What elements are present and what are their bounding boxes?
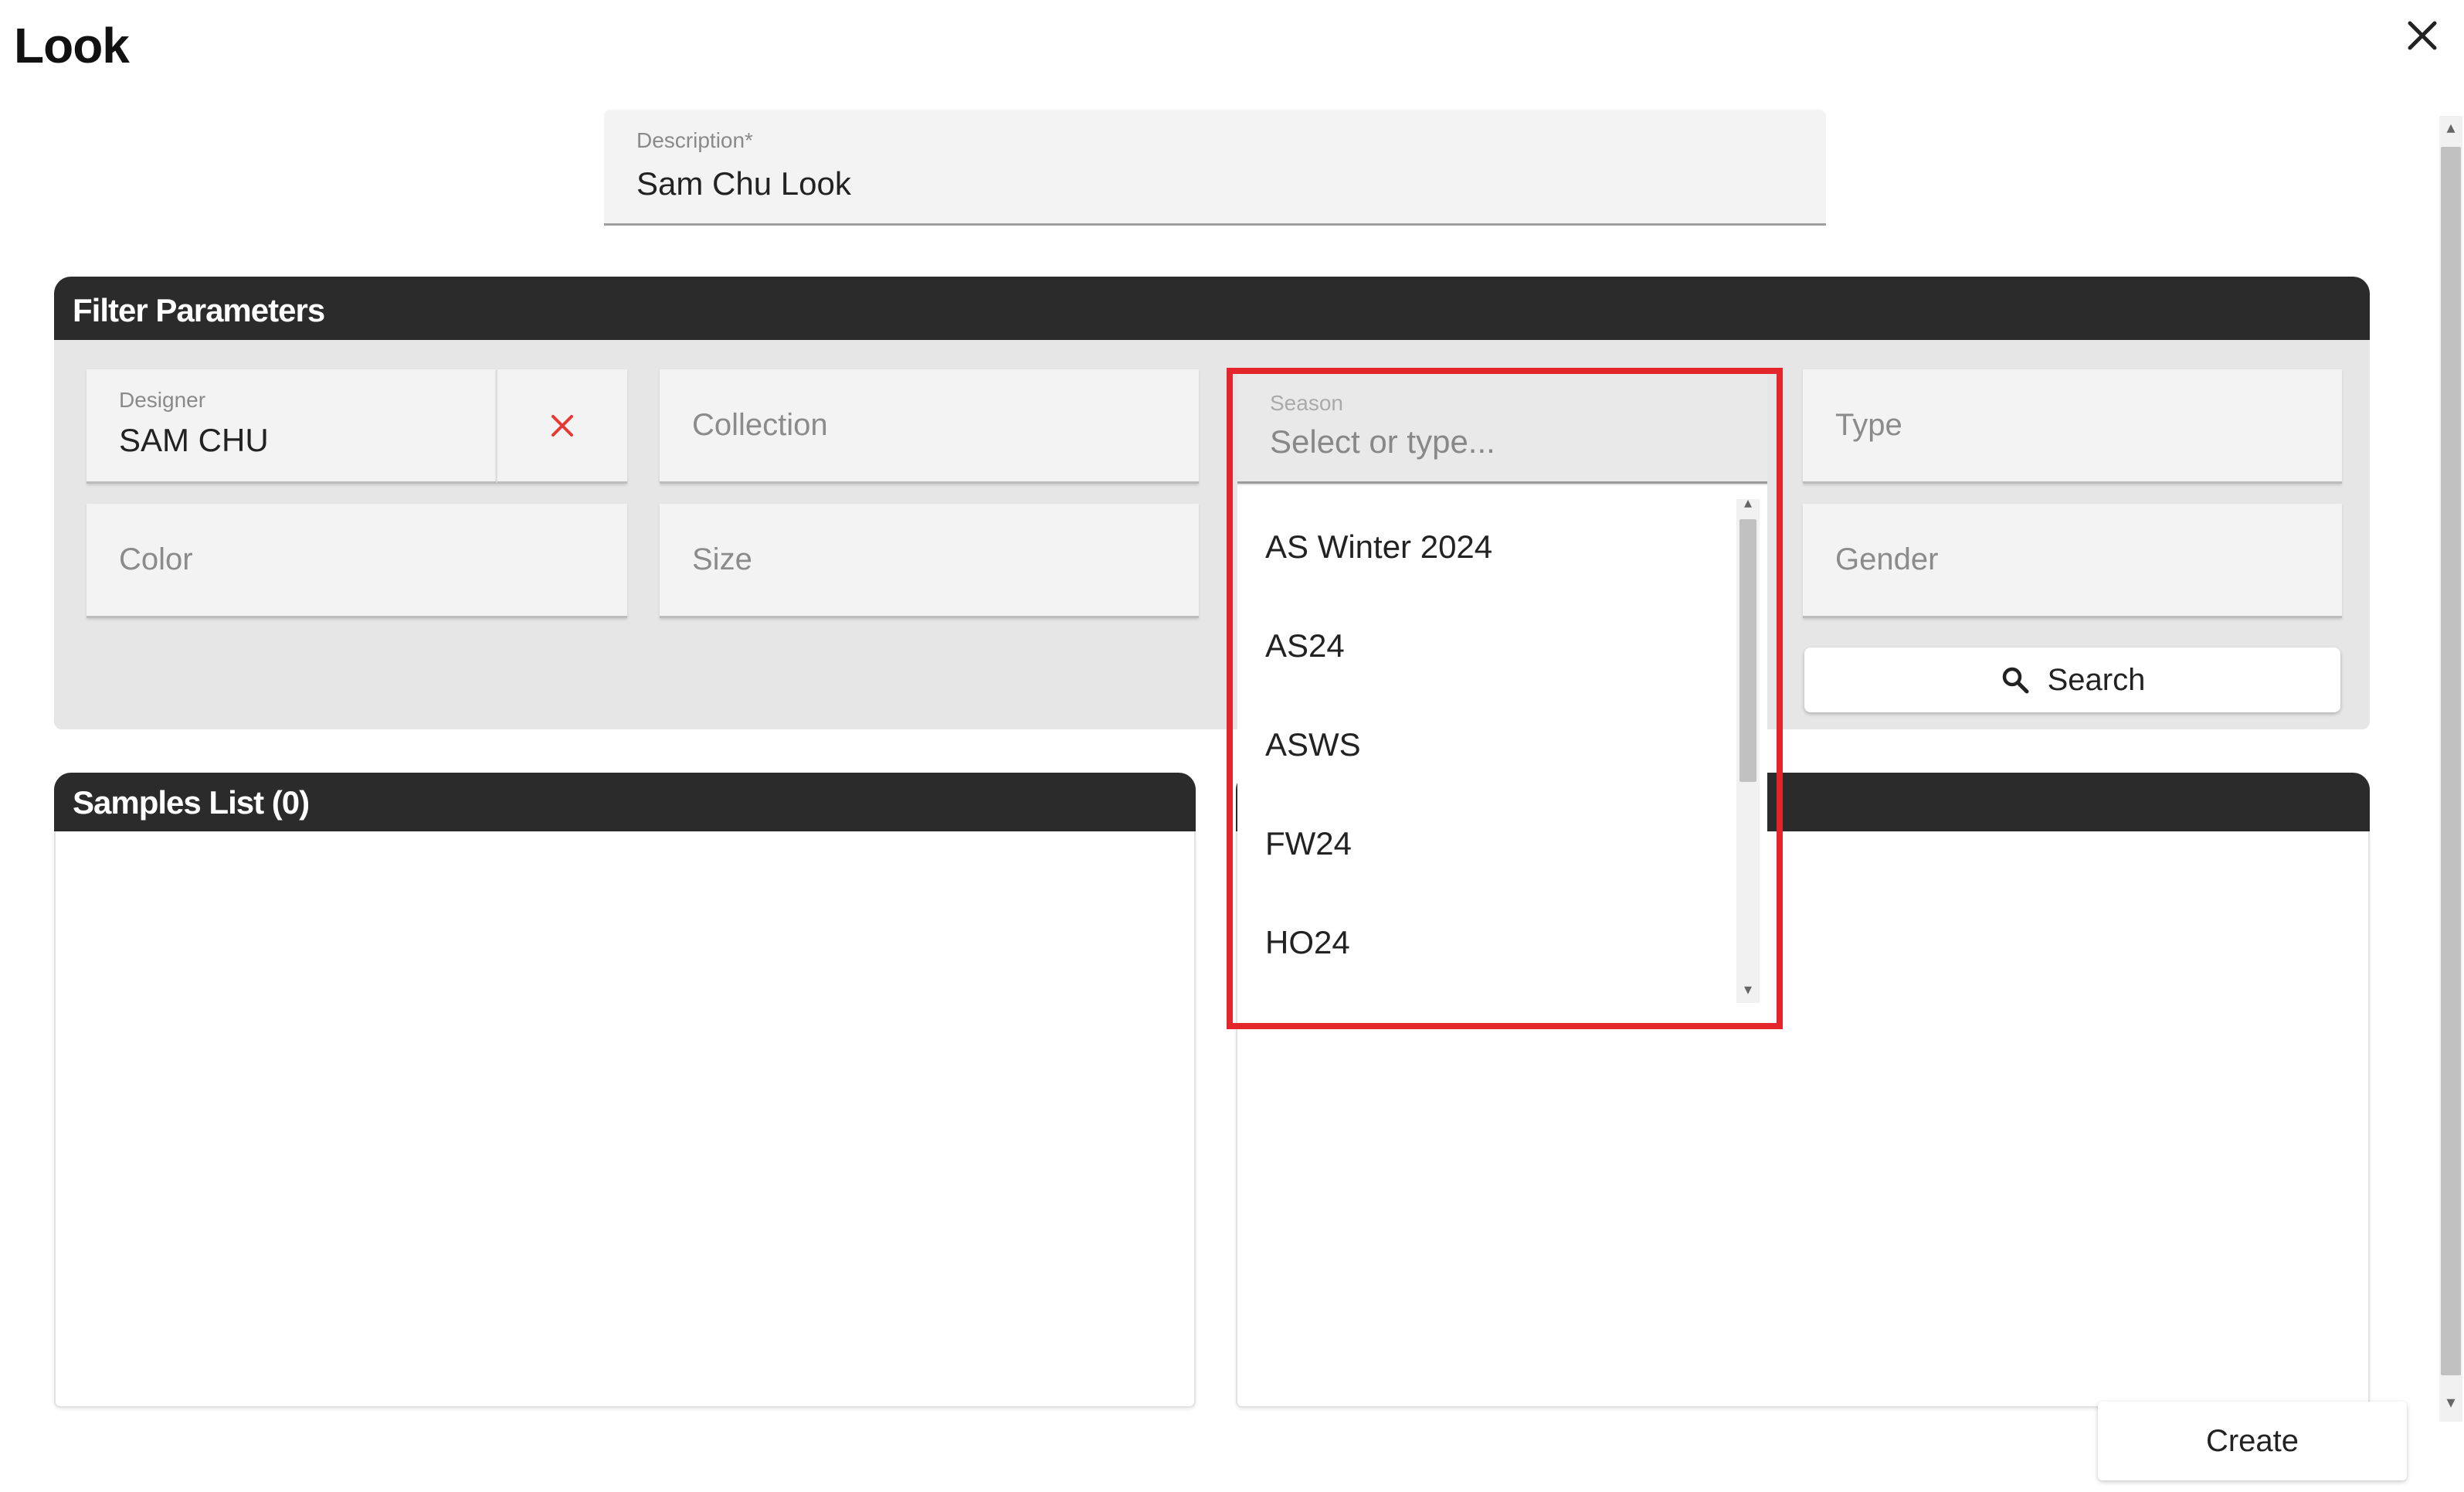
- dialog-title: Look: [14, 18, 130, 73]
- designer-clear-button[interactable]: [496, 369, 627, 484]
- create-button[interactable]: Create: [2098, 1402, 2407, 1480]
- samples-list-header: Samples List (0): [54, 773, 1196, 831]
- type-field[interactable]: Type: [1803, 369, 2342, 484]
- page-scrollbar-thumb[interactable]: [2441, 147, 2461, 1375]
- description-field[interactable]: Description* Sam Chu Look: [604, 110, 1826, 226]
- highlight-box: [1227, 368, 1783, 1029]
- samples-list-body: [54, 831, 1196, 1408]
- search-button[interactable]: Search: [1804, 647, 2340, 712]
- gender-placeholder: Gender: [1835, 542, 1939, 576]
- scroll-up-arrow-icon[interactable]: ▴: [2439, 116, 2462, 139]
- size-field[interactable]: Size: [660, 504, 1199, 618]
- search-button-label: Search: [2047, 662, 2146, 697]
- color-placeholder: Color: [119, 542, 193, 576]
- designer-value: SAM CHU: [119, 422, 269, 458]
- description-value: Sam Chu Look: [636, 165, 851, 202]
- collection-placeholder: Collection: [692, 408, 828, 442]
- search-icon: [2002, 667, 2029, 694]
- type-placeholder: Type: [1835, 408, 1902, 442]
- filter-parameters-header: Filter Parameters: [54, 277, 2370, 340]
- clear-x-icon: [552, 415, 573, 437]
- collection-field[interactable]: Collection: [660, 369, 1199, 484]
- gender-field[interactable]: Gender: [1803, 504, 2342, 618]
- scroll-down-arrow-icon[interactable]: ▾: [2439, 1391, 2462, 1414]
- description-label: Description*: [636, 128, 753, 152]
- color-field[interactable]: Color: [87, 504, 627, 618]
- close-icon[interactable]: [2401, 14, 2444, 57]
- size-placeholder: Size: [692, 542, 752, 576]
- designer-field[interactable]: Designer SAM CHU: [87, 369, 496, 484]
- designer-label: Designer: [119, 388, 206, 412]
